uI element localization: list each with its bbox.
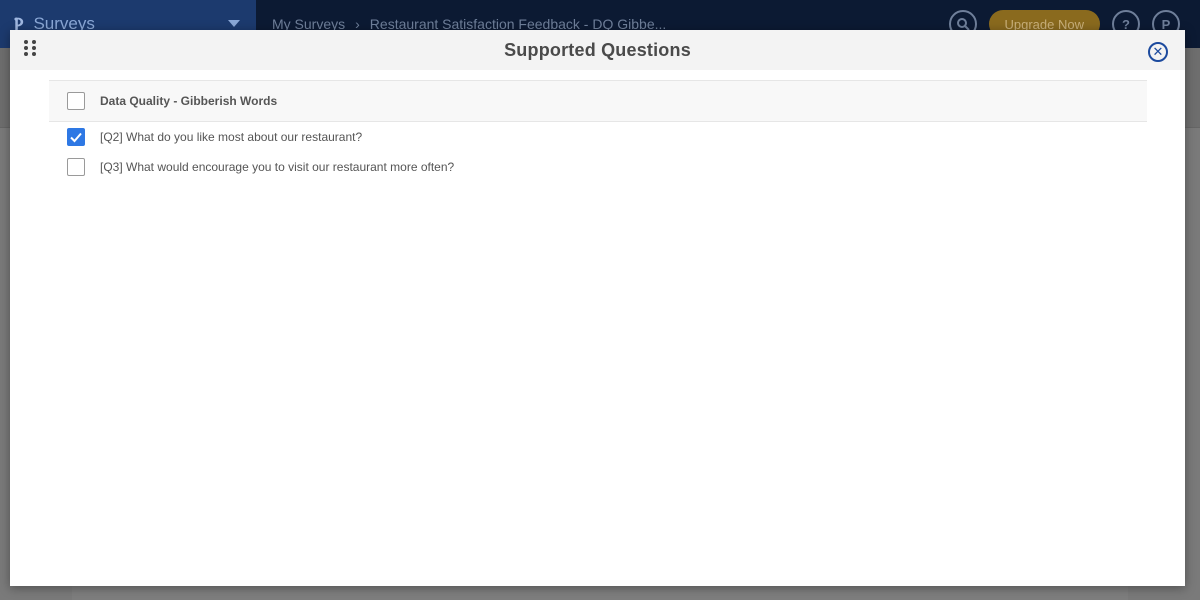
group-label: Data Quality - Gibberish Words [100,94,278,108]
select-all-checkbox[interactable] [66,92,85,110]
dialog-header: Supported Questions ✕ [10,30,1185,70]
question-checkbox-q3[interactable] [66,158,85,176]
checkmark-icon [69,132,82,143]
question-row-q2: [Q2] What do you like most about our res… [49,122,1147,152]
dialog-title: Supported Questions [504,39,691,60]
question-checkbox-q2[interactable] [66,128,85,146]
question-row-q3: [Q3] What would encourage you to visit o… [49,152,1147,182]
chevron-down-icon [228,20,240,27]
select-all-row: Data Quality - Gibberish Words [49,80,1147,122]
question-list: Data Quality - Gibberish Words [Q2] What… [49,80,1147,182]
supported-questions-dialog: Supported Questions ✕ Data Quality - Gib… [10,30,1185,586]
search-icon [956,18,970,31]
close-icon: ✕ [1152,44,1164,59]
question-label-q2: [Q2] What do you like most about our res… [100,130,363,144]
question-label-q3: [Q3] What would encourage you to visit o… [100,160,455,174]
drag-handle-icon[interactable] [24,40,36,60]
close-button[interactable]: ✕ [1148,42,1168,62]
